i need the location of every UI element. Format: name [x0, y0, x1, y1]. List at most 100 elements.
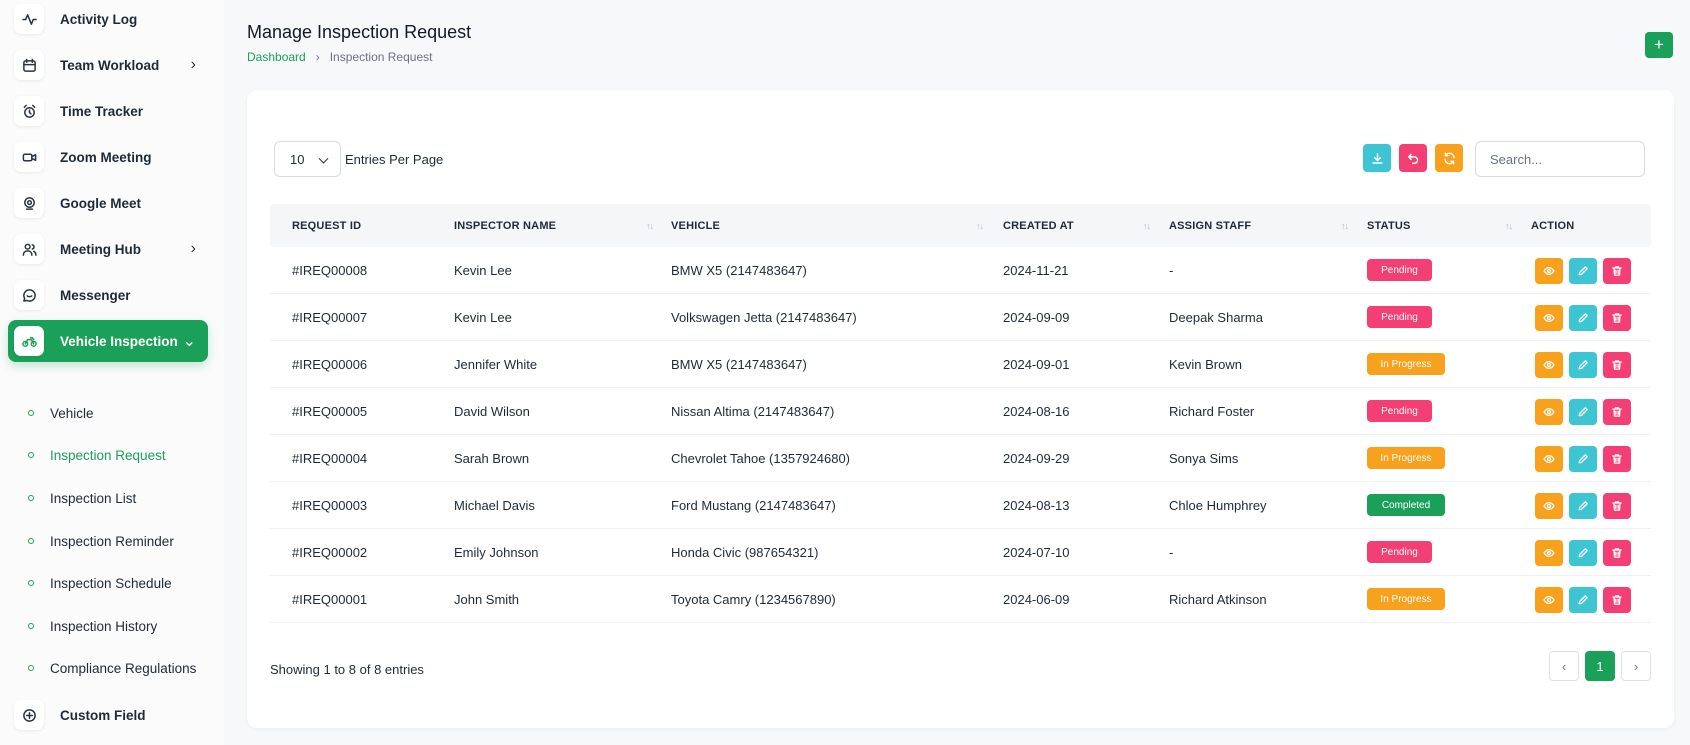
plus-circle-icon	[14, 700, 44, 730]
table-row: #IREQ00003 Michael Davis Ford Mustang (214…	[270, 482, 1651, 529]
reset-button[interactable]	[1399, 144, 1427, 172]
sort-icon[interactable]: ↑↓	[646, 221, 654, 231]
delete-button[interactable]	[1603, 399, 1631, 425]
sidebar-subitem-vehicle[interactable]: Vehicle	[28, 402, 94, 424]
request-id-cell: #IREQ00006	[292, 356, 368, 372]
assign-staff-cell: -	[1169, 262, 1174, 278]
delete-button[interactable]	[1603, 305, 1631, 331]
sidebar-item-google-meet[interactable]: Google Meet	[8, 182, 208, 224]
add-request-button[interactable]: +	[1645, 32, 1673, 58]
search-input[interactable]	[1475, 141, 1645, 177]
sort-icon[interactable]: ↑↓	[1505, 221, 1513, 231]
sidebar-subitem-inspection-list[interactable]: Inspection List	[28, 487, 136, 509]
sort-icon[interactable]: ↑↓	[1341, 221, 1349, 231]
sidebar-item-messenger[interactable]: Messenger	[8, 274, 208, 316]
sidebar-item-time-tracker[interactable]: Time Tracker	[8, 90, 208, 132]
sort-icon[interactable]: ↑↓	[976, 221, 984, 231]
trash-icon	[1612, 595, 1622, 605]
status-badge: Pending	[1367, 259, 1432, 281]
table-row: #IREQ00008 Kevin Lee BMW X5 (2147483647) 20…	[270, 247, 1651, 294]
delete-button[interactable]	[1603, 352, 1631, 378]
view-button[interactable]	[1535, 493, 1563, 519]
sort-icon[interactable]: ↑↓	[1143, 221, 1151, 231]
edit-button[interactable]	[1569, 493, 1597, 519]
sidebar-item-label: Meeting Hub	[60, 241, 141, 257]
view-button[interactable]	[1535, 258, 1563, 284]
delete-button[interactable]	[1603, 493, 1631, 519]
sidebar-item-vehicle-inspection[interactable]: Vehicle Inspection ⌄	[8, 320, 208, 362]
column-header-assign-staff[interactable]: ASSIGN STAFF	[1169, 204, 1251, 247]
sidebar-subitem-label: Inspection Reminder	[50, 533, 174, 549]
page-title: Manage Inspection Request	[247, 22, 472, 42]
eye-icon	[1543, 548, 1555, 558]
created-at-cell: 2024-09-09	[1003, 309, 1070, 325]
vehicle-cell: Ford Mustang (2147483647)	[671, 497, 836, 513]
breadcrumb-dashboard-link[interactable]: Dashboard	[247, 50, 306, 64]
sidebar-item-custom-field[interactable]: Custom Field	[8, 694, 208, 736]
delete-button[interactable]	[1603, 258, 1631, 284]
eye-icon	[1543, 313, 1555, 323]
table-row: #IREQ00005 David Wilson Nissan Altima (214…	[270, 388, 1651, 435]
entries-per-page-select[interactable]: 10	[274, 141, 341, 177]
column-header-status[interactable]: STATUS	[1367, 204, 1411, 247]
column-header-vehicle[interactable]: VEHICLE	[671, 204, 720, 247]
refresh-button[interactable]	[1435, 144, 1463, 172]
activity-icon	[14, 4, 44, 34]
eye-icon	[1543, 501, 1555, 511]
assign-staff-cell: Sonya Sims	[1169, 450, 1239, 466]
trash-icon	[1612, 407, 1622, 417]
view-button[interactable]	[1535, 446, 1563, 472]
pagination-page-1[interactable]: 1	[1585, 651, 1615, 681]
request-id-cell: #IREQ00001	[292, 591, 368, 607]
pagination-prev-button[interactable]: ‹	[1549, 651, 1579, 681]
vehicle-cell: Honda Civic (987654321)	[671, 544, 819, 560]
sidebar-item-label: Team Workload	[60, 57, 160, 73]
view-button[interactable]	[1535, 305, 1563, 331]
edit-button[interactable]	[1569, 540, 1597, 566]
column-header-inspector-name[interactable]: INSPECTOR NAME	[454, 204, 556, 247]
sidebar-item-zoom-meeting[interactable]: Zoom Meeting	[8, 136, 208, 178]
sidebar-subitem-inspection-request[interactable]: Inspection Request	[28, 444, 166, 466]
chevron-down-icon	[318, 153, 329, 164]
column-header-request-id[interactable]: REQUEST ID	[292, 204, 361, 247]
edit-button[interactable]	[1569, 305, 1597, 331]
sidebar-subitem-label: Inspection List	[50, 490, 137, 506]
bullet-icon	[28, 538, 34, 544]
inspector-name-cell: Emily Johnson	[454, 544, 539, 560]
sidebar-subitem-inspection-schedule[interactable]: Inspection Schedule	[28, 572, 172, 594]
edit-button[interactable]	[1569, 258, 1597, 284]
view-button[interactable]	[1535, 540, 1563, 566]
sidebar-subitem-inspection-history[interactable]: Inspection History	[28, 615, 157, 637]
sidebar-item-meeting-hub[interactable]: Meeting Hub ›	[8, 228, 208, 270]
view-button[interactable]	[1535, 587, 1563, 613]
sidebar-subitem-compliance-regulations[interactable]: Compliance Regulations	[28, 657, 196, 679]
table-row: #IREQ00004 Sarah Brown Chevrolet Tahoe (13…	[270, 435, 1651, 482]
sidebar-item-label: Custom Field	[60, 707, 146, 723]
sidebar-item-activity-log[interactable]: Activity Log	[8, 0, 208, 40]
bullet-icon	[28, 665, 34, 671]
sidebar-item-label: Messenger	[60, 287, 131, 303]
pagination-next-button[interactable]: ›	[1621, 651, 1651, 681]
edit-button[interactable]	[1569, 399, 1597, 425]
status-cell: In Progress	[1367, 435, 1445, 481]
view-button[interactable]	[1535, 399, 1563, 425]
sidebar-item-team-workload[interactable]: Team Workload ›	[8, 44, 208, 86]
delete-button[interactable]	[1603, 540, 1631, 566]
vehicle-cell: Toyota Camry (1234567890)	[671, 591, 836, 607]
table-row: #IREQ00001 John Smith Toyota Camry (123456…	[270, 576, 1651, 623]
sidebar-subitem-inspection-reminder[interactable]: Inspection Reminder	[28, 530, 174, 552]
delete-button[interactable]	[1603, 587, 1631, 613]
delete-button[interactable]	[1603, 446, 1631, 472]
column-header-created-at[interactable]: CREATED AT	[1003, 204, 1074, 247]
edit-button[interactable]	[1569, 352, 1597, 378]
view-button[interactable]	[1535, 352, 1563, 378]
status-badge: In Progress	[1367, 588, 1445, 610]
edit-button[interactable]	[1569, 587, 1597, 613]
inspector-name-cell: Kevin Lee	[454, 262, 512, 278]
request-id-cell: #IREQ00005	[292, 403, 368, 419]
edit-button[interactable]	[1569, 446, 1597, 472]
status-badge: In Progress	[1367, 353, 1445, 375]
export-button[interactable]	[1363, 144, 1391, 172]
pencil-icon	[1578, 595, 1588, 605]
status-cell: In Progress	[1367, 341, 1445, 387]
